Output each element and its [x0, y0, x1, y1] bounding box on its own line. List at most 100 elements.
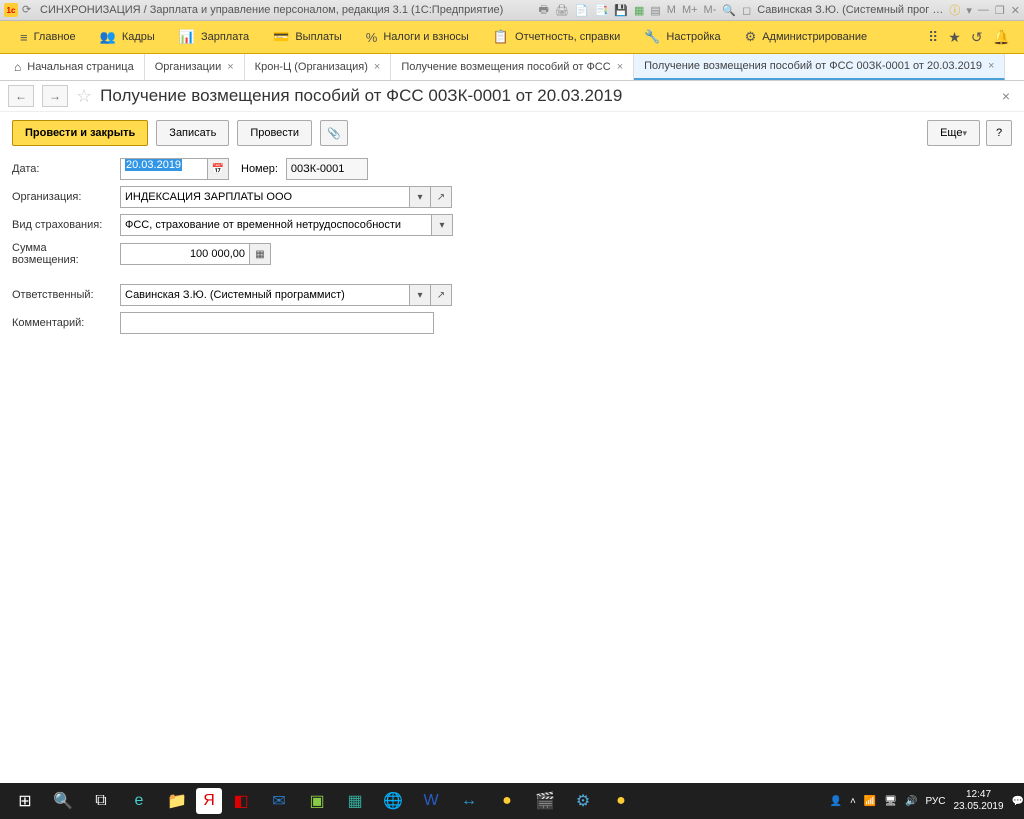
- app3-icon[interactable]: ▦: [336, 786, 374, 816]
- calculator-button[interactable]: ▦: [250, 243, 271, 265]
- mplus-button[interactable]: M+: [682, 4, 698, 16]
- mminus-button[interactable]: M-: [704, 4, 717, 16]
- tab-home[interactable]: ⌂Начальная страница: [4, 54, 145, 80]
- tray-person-icon[interactable]: 👤: [830, 796, 842, 807]
- doc-icon[interactable]: 📄: [575, 4, 589, 17]
- menu-main[interactable]: ≡Главное: [8, 21, 88, 53]
- save-icon[interactable]: 💾: [614, 4, 628, 17]
- comment-input[interactable]: [120, 312, 434, 334]
- calendar-icon[interactable]: ▦: [634, 4, 644, 17]
- close-icon[interactable]: ×: [227, 61, 233, 73]
- system-tray[interactable]: 👤 ˄ 📶 🖥 🔊 РУС 12:47 23.05.2019 💬: [830, 789, 1024, 813]
- menu-zarplata[interactable]: 📊Зарплата: [167, 21, 261, 53]
- app6-icon[interactable]: ●: [602, 786, 640, 816]
- save-button[interactable]: Записать: [156, 120, 229, 146]
- app-icon[interactable]: ◧: [222, 786, 260, 816]
- search-button[interactable]: 🔍: [44, 786, 82, 816]
- minimize-icon[interactable]: —: [978, 4, 989, 16]
- app4-icon[interactable]: 🎬: [526, 786, 564, 816]
- number-input[interactable]: [286, 158, 368, 180]
- chart-icon: 📊: [179, 29, 195, 45]
- menu-otchet[interactable]: 📋Отчетность, справки: [481, 21, 632, 53]
- close-icon[interactable]: ×: [617, 61, 623, 73]
- menu-nalogi-label: Налоги и взносы: [383, 31, 469, 43]
- tray-volume-icon[interactable]: 🔊: [905, 796, 917, 807]
- date-picker-button[interactable]: 📅: [208, 158, 229, 180]
- apps-icon[interactable]: ⠿: [928, 29, 938, 46]
- insurance-input[interactable]: [120, 214, 432, 236]
- tray-clock[interactable]: 12:47 23.05.2019: [953, 789, 1003, 813]
- bell-icon[interactable]: 🔔: [993, 29, 1010, 46]
- organization-input[interactable]: [120, 186, 410, 208]
- close-icon[interactable]: ×: [988, 60, 994, 72]
- menu-kadry[interactable]: 👥Кадры: [88, 21, 167, 53]
- menu-nastroika[interactable]: 🔧 Настройка: [632, 21, 732, 53]
- org-open-button[interactable]: ↗: [431, 186, 452, 208]
- tab-kron[interactable]: Крон-Ц (Организация)×: [245, 54, 392, 80]
- help-button[interactable]: ?: [986, 120, 1012, 146]
- outlook-icon[interactable]: ✉: [260, 786, 298, 816]
- print-icon[interactable]: 🖶: [539, 1, 549, 20]
- tab-fss-list[interactable]: Получение возмещения пособий от ФСС×: [391, 54, 634, 80]
- search-icon[interactable]: 🔍: [722, 4, 736, 17]
- window-icon[interactable]: ◻: [742, 4, 751, 17]
- close-page-button[interactable]: ×: [996, 88, 1016, 104]
- m-button[interactable]: M: [667, 4, 676, 16]
- sum-label: Сумма возмещения:: [12, 242, 112, 266]
- favorite-star-icon[interactable]: ☆: [76, 86, 92, 107]
- 1c-icon[interactable]: ●: [488, 786, 526, 816]
- start-button[interactable]: ⊞: [6, 786, 44, 816]
- menu-nastroika-label: Настройка: [666, 31, 720, 43]
- sync-icon: ⟳: [22, 3, 36, 17]
- insurance-dropdown-button[interactable]: ▾: [432, 214, 453, 236]
- chrome-icon[interactable]: 🌐: [374, 786, 412, 816]
- tray-notifications-icon[interactable]: 💬: [1012, 796, 1024, 807]
- tray-up-icon[interactable]: ˄: [850, 796, 856, 807]
- app5-icon[interactable]: ⚙: [564, 786, 602, 816]
- calc-icon[interactable]: ▤: [650, 4, 660, 17]
- word-icon[interactable]: W: [412, 786, 450, 816]
- maximize-icon[interactable]: ❐: [995, 4, 1005, 17]
- post-button[interactable]: Провести: [237, 120, 312, 146]
- more-button[interactable]: Еще: [927, 120, 980, 146]
- wrench-icon: 🔧: [644, 29, 660, 45]
- org-dropdown-button[interactable]: ▾: [410, 186, 431, 208]
- app2-icon[interactable]: ▣: [298, 786, 336, 816]
- nav-forward-button[interactable]: →: [42, 85, 68, 107]
- tab-organizations[interactable]: Организации×: [145, 54, 245, 80]
- post-and-close-button[interactable]: Провести и закрыть: [12, 120, 148, 146]
- printer-icon[interactable]: 🖨: [555, 4, 569, 17]
- responsible-dropdown-button[interactable]: ▾: [410, 284, 431, 306]
- card-icon: 💳: [273, 29, 289, 45]
- sum-input[interactable]: [120, 243, 250, 265]
- current-user[interactable]: Савинская З.Ю. (Системный прог …: [757, 4, 943, 16]
- close-window-icon[interactable]: ✕: [1011, 4, 1020, 17]
- attach-button[interactable]: 📎: [320, 120, 348, 146]
- info-icon[interactable]: ⓘ: [949, 2, 960, 18]
- tray-network-icon[interactable]: 📶: [864, 796, 876, 807]
- tab-fss-doc[interactable]: Получение возмещения пособий от ФСС 00ЗК…: [634, 54, 1005, 80]
- date-input[interactable]: 20.03.2019: [120, 158, 208, 180]
- responsible-open-button[interactable]: ↗: [431, 284, 452, 306]
- edge-icon[interactable]: e: [120, 786, 158, 816]
- close-icon[interactable]: ×: [374, 61, 380, 73]
- teamviewer-icon[interactable]: ↔: [450, 786, 488, 816]
- yandex-icon[interactable]: Я: [196, 788, 222, 814]
- star-icon[interactable]: ★: [948, 29, 961, 46]
- nav-back-button[interactable]: ←: [8, 85, 34, 107]
- tray-lang[interactable]: РУС: [925, 796, 945, 807]
- copy-icon[interactable]: 📑: [595, 4, 609, 17]
- responsible-input[interactable]: [120, 284, 410, 306]
- dropdown-icon[interactable]: ▾: [966, 4, 972, 17]
- app-logo-icon: 1c: [4, 3, 18, 17]
- explorer-icon[interactable]: 📁: [158, 786, 196, 816]
- menu-nalogi[interactable]: %Налоги и взносы: [354, 21, 481, 53]
- menu-vyplaty[interactable]: 💳 Выплаты: [261, 21, 354, 53]
- tray-monitor-icon[interactable]: 🖥: [884, 796, 897, 807]
- menu-kadry-label: Кадры: [122, 31, 155, 43]
- history-icon[interactable]: ↺: [971, 29, 983, 46]
- taskview-button[interactable]: ⧉: [82, 786, 120, 816]
- menu-vyplaty-label: Выплаты: [295, 31, 341, 43]
- home-icon: ⌂: [14, 60, 21, 74]
- menu-admin[interactable]: ⚙Администрирование: [733, 21, 880, 53]
